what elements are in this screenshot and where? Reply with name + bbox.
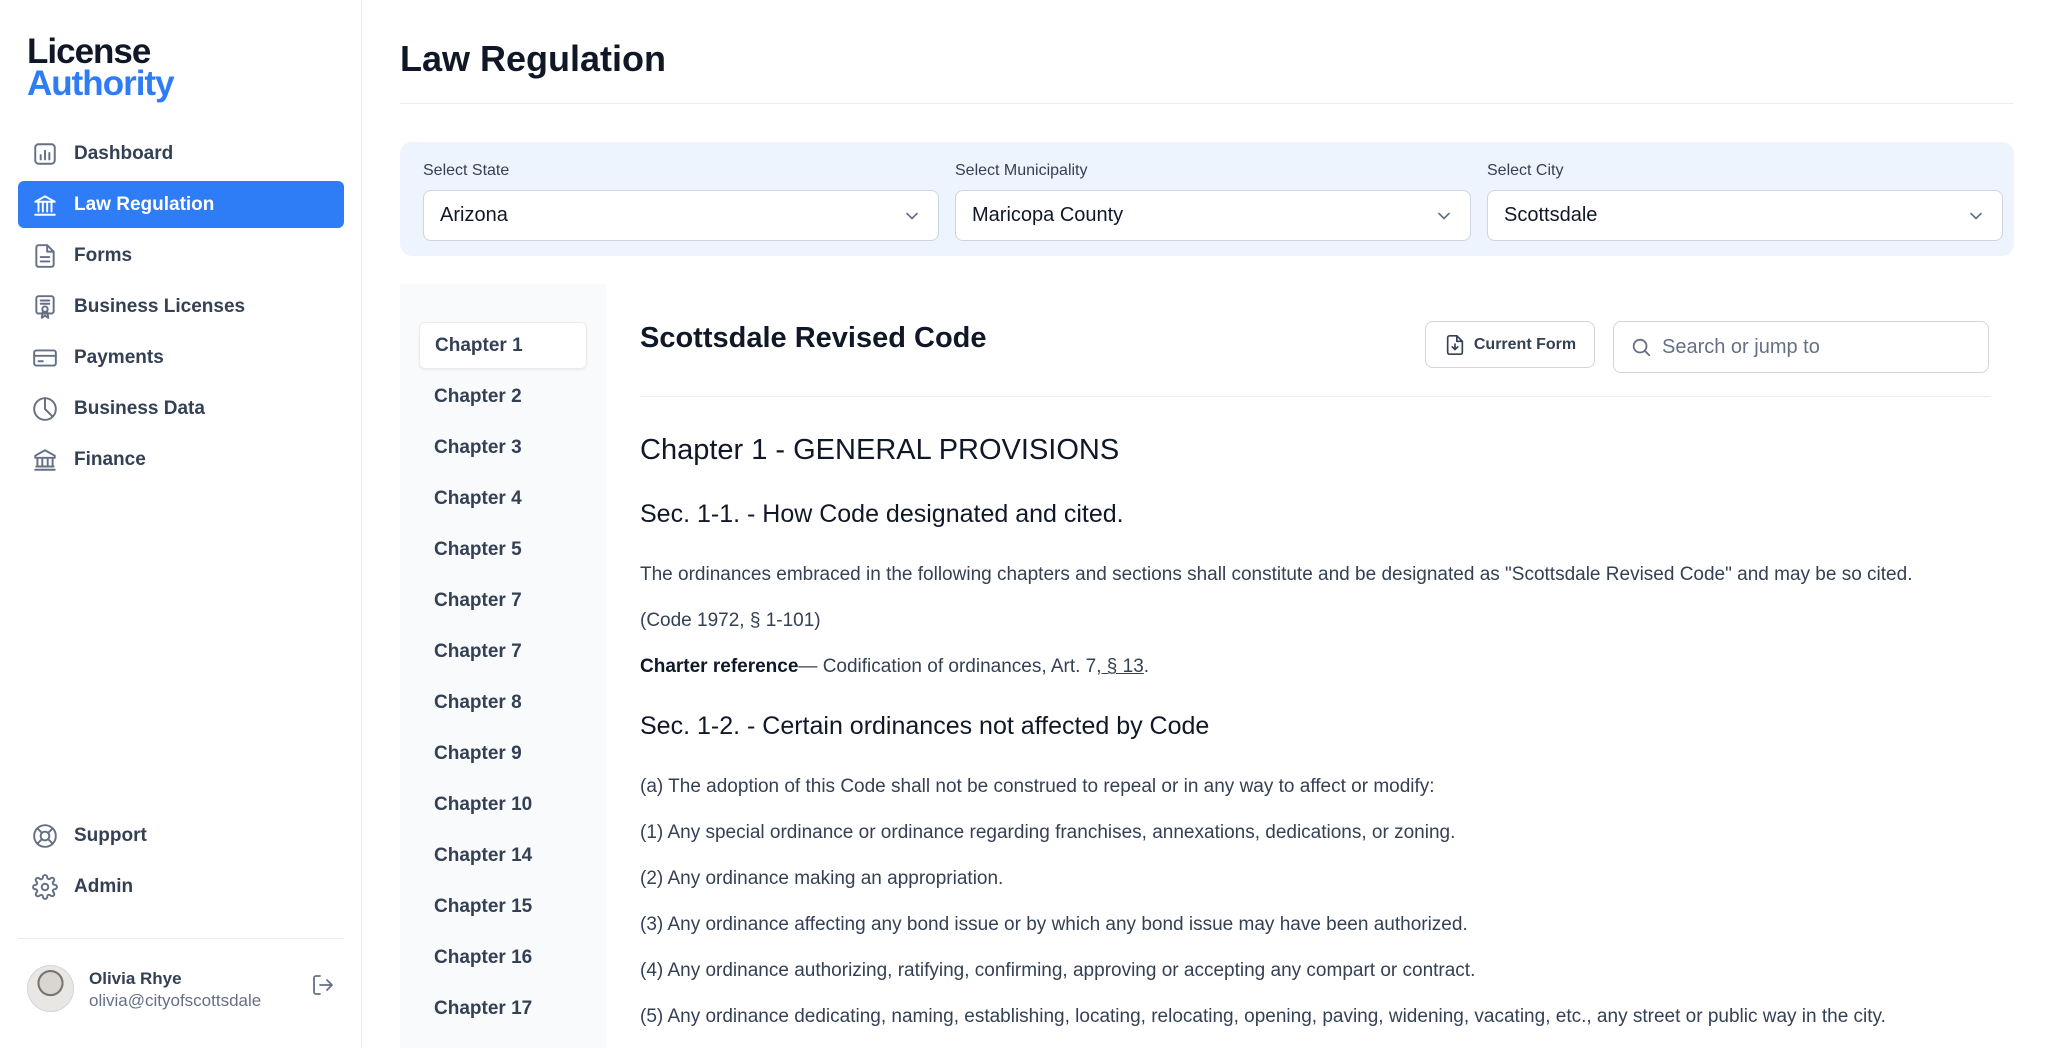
- section-paragraph: (5) Any ordinance dedicating, naming, es…: [640, 1006, 1886, 1027]
- search-input[interactable]: [1662, 335, 1962, 359]
- sidebar-item-label: Dashboard: [74, 142, 174, 164]
- document-icon: [32, 243, 58, 269]
- section-citation: (Code 1972, § 1-101): [640, 610, 821, 631]
- title-divider: [400, 103, 2014, 104]
- chapter-list: Chapter 1 Chapter 2 Chapter 3 Chapter 4 …: [400, 284, 606, 1048]
- content-divider: [640, 396, 1990, 397]
- section-paragraph: (3) Any ordinance affecting any bond iss…: [640, 914, 1468, 935]
- sidebar-bottom-nav: Support Admin: [18, 812, 344, 914]
- credit-card-icon: [32, 345, 58, 371]
- user-email: olivia@cityofscottsdale: [89, 991, 262, 1010]
- section-paragraph: (1) Any special ordinance or ordinance r…: [640, 822, 1456, 843]
- search-icon: [1632, 338, 1651, 357]
- chapter-item[interactable]: Chapter 9: [419, 730, 587, 777]
- sidebar: License Authority Dashboard Law Regulati…: [0, 0, 362, 1048]
- pie-chart-icon: [32, 396, 58, 422]
- brand-line2: Authority: [27, 64, 175, 103]
- sidebar-item-label: Forms: [74, 244, 133, 266]
- file-download-icon: [1446, 334, 1464, 355]
- chapter-item[interactable]: Chapter 5: [419, 526, 587, 573]
- sidebar-item-label: Finance: [74, 448, 146, 470]
- charter-reference: Charter reference— Codification of ordin…: [640, 656, 1149, 678]
- chapter-item[interactable]: Chapter 2: [419, 373, 587, 420]
- sidebar-item-label: Business Licenses: [74, 295, 246, 317]
- chapter-item[interactable]: Chapter 17: [419, 985, 587, 1032]
- chevron-down-icon: [1970, 212, 1982, 219]
- chapter-item[interactable]: Chapter 8: [419, 679, 587, 726]
- section-paragraph: (a) The adoption of this Code shall not …: [640, 776, 1435, 797]
- city-value: Scottsdale: [1504, 204, 1598, 226]
- sidebar-nav: Dashboard Law Regulation Forms Business …: [18, 130, 344, 487]
- chevron-down-icon: [1438, 212, 1450, 219]
- sidebar-item-business-data[interactable]: Business Data: [18, 385, 344, 432]
- logout-icon[interactable]: [311, 973, 335, 997]
- chevron-down-icon: [906, 212, 918, 219]
- sidebar-item-admin[interactable]: Admin: [18, 863, 344, 910]
- avatar[interactable]: [27, 965, 74, 1012]
- state-filter: Select State Arizona: [423, 162, 939, 241]
- charter-reference-label: Charter reference: [640, 656, 799, 677]
- municipality-label: Select Municipality: [955, 162, 1088, 179]
- section-paragraph: (2) Any ordinance making an appropriatio…: [640, 868, 1004, 889]
- sidebar-item-label: Law Regulation: [74, 193, 215, 215]
- charter-reference-end: .: [1143, 656, 1150, 677]
- sidebar-item-dashboard[interactable]: Dashboard: [18, 130, 344, 177]
- chapter-item[interactable]: Chapter 10: [419, 781, 587, 828]
- section-paragraph: The ordinances embraced in the following…: [640, 564, 1913, 585]
- lifebuoy-icon: [32, 823, 58, 849]
- current-form-label: Current Form: [1473, 335, 1577, 353]
- section-paragraph: (4) Any ordinance authorizing, ratifying…: [640, 960, 1476, 981]
- chapter-item[interactable]: Chapter 1: [419, 322, 587, 369]
- sidebar-item-forms[interactable]: Forms: [18, 232, 344, 279]
- bank-icon: [32, 192, 58, 218]
- sidebar-item-label: Admin: [74, 875, 134, 897]
- city-label: Select City: [1487, 162, 1564, 179]
- current-form-button[interactable]: Current Form: [1425, 321, 1595, 368]
- document-title: Scottsdale Revised Code: [640, 322, 987, 354]
- sidebar-item-business-licenses[interactable]: Business Licenses: [18, 283, 344, 330]
- sidebar-item-label: Business Data: [74, 397, 205, 419]
- sidebar-divider: [18, 938, 344, 939]
- app-root: License Authority Dashboard Law Regulati…: [0, 0, 2048, 1048]
- building-columns-icon: [32, 447, 58, 473]
- page-title: Law Regulation: [400, 38, 667, 79]
- municipality-filter: Select Municipality Maricopa County: [955, 162, 1471, 241]
- section-heading: Sec. 1-2. - Certain ordinances not affec…: [640, 712, 1210, 740]
- sidebar-item-law-regulation[interactable]: Law Regulation: [18, 181, 344, 228]
- chapter-item[interactable]: Chapter 7: [419, 577, 587, 624]
- brand-logo[interactable]: License Authority: [27, 34, 175, 103]
- section-heading: Sec. 1-1. - How Code designated and cite…: [640, 500, 1124, 528]
- chapter-item[interactable]: Chapter 15: [419, 883, 587, 930]
- city-filter: Select City Scottsdale: [1487, 162, 2003, 241]
- municipality-select[interactable]: Maricopa County: [955, 190, 1471, 241]
- charter-reference-link[interactable]: § 13: [1102, 656, 1144, 677]
- certificate-icon: [32, 294, 58, 320]
- gear-icon: [32, 873, 58, 900]
- sidebar-item-label: Payments: [74, 346, 164, 368]
- sidebar-item-payments[interactable]: Payments: [18, 334, 344, 381]
- chapter-item[interactable]: Chapter 16: [419, 934, 587, 981]
- filter-bar: Select State Arizona Select Municipality…: [400, 142, 2014, 256]
- chapter-item[interactable]: Chapter 3: [419, 424, 587, 471]
- state-label: Select State: [423, 162, 510, 179]
- state-select[interactable]: Arizona: [423, 190, 939, 241]
- search-box[interactable]: [1613, 321, 1989, 373]
- sidebar-item-support[interactable]: Support: [18, 812, 344, 859]
- municipality-value: Maricopa County: [972, 204, 1124, 226]
- chapter-item[interactable]: Chapter 14: [419, 832, 587, 879]
- user-name: Olivia Rhye: [89, 969, 182, 988]
- dashboard-icon: [32, 141, 58, 167]
- city-select[interactable]: Scottsdale: [1487, 190, 2003, 241]
- charter-reference-text: — Codification of ordinances, Art. 7,: [798, 656, 1102, 677]
- user-profile: Olivia Rhye olivia@cityofscottsdale: [27, 965, 343, 1015]
- state-value: Arizona: [440, 204, 508, 226]
- chapter-heading: Chapter 1 - GENERAL PROVISIONS: [640, 434, 1120, 466]
- chapter-item[interactable]: Chapter 7: [419, 628, 587, 675]
- sidebar-item-label: Support: [74, 824, 147, 846]
- sidebar-item-finance[interactable]: Finance: [18, 436, 344, 483]
- chapter-item[interactable]: Chapter 4: [419, 475, 587, 522]
